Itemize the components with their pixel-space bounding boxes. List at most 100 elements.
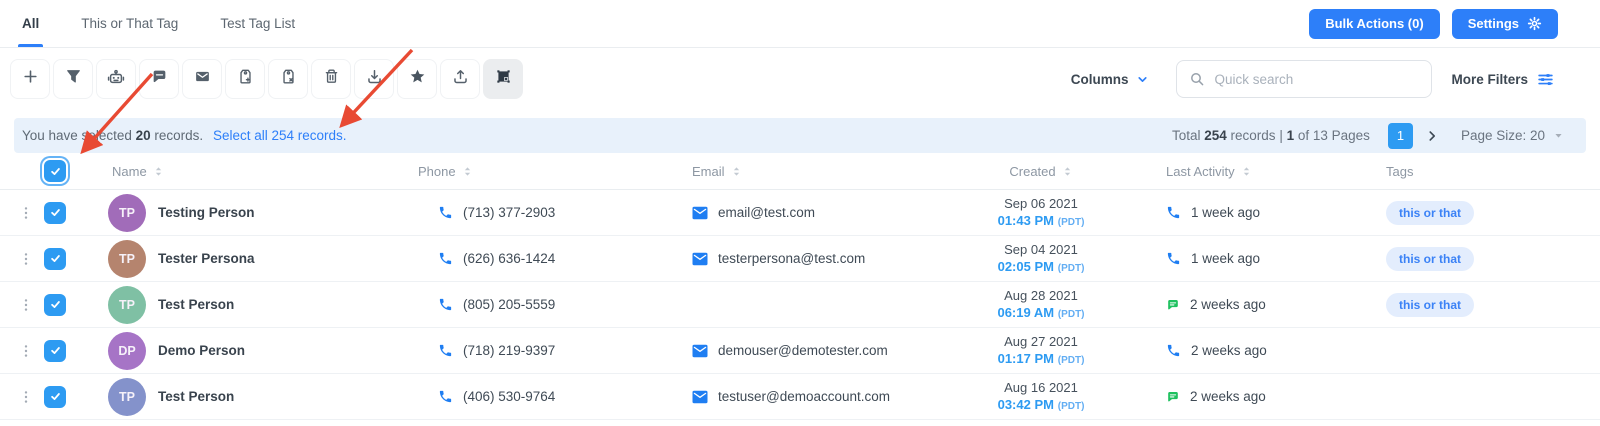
favorite-button[interactable] [397,59,437,99]
remove-tag-button[interactable] [268,59,308,99]
row-checkbox[interactable] [44,340,66,362]
contact-name[interactable]: Test Person [158,389,234,404]
current-page-number: 1 [1287,128,1295,143]
phone-number[interactable]: (718) 219-9397 [463,343,555,358]
column-header-phone[interactable]: Phone [418,164,666,179]
email-icon [692,344,708,358]
tab-bar: All This or That Tag Test Tag List Bulk … [0,0,1600,48]
merge-button[interactable] [483,59,523,99]
select-all-records-link[interactable]: Select all 254 records. [213,128,347,143]
created-date: Sep 06 2021 [966,195,1116,213]
quick-search-input[interactable] [1214,72,1419,87]
settings-button[interactable]: Settings [1452,9,1558,39]
last-activity-text: 1 week ago [1191,251,1260,266]
phone-activity-icon [1166,205,1181,220]
avatar[interactable]: DP [108,332,146,370]
tag-pill[interactable]: this or that [1386,247,1474,271]
sort-icon[interactable] [153,165,164,178]
page-size-dropdown[interactable]: Page Size: 20 [1461,128,1564,143]
avatar[interactable]: TP [108,240,146,278]
row-checkbox[interactable] [44,386,66,408]
avatar[interactable]: TP [108,378,146,416]
select-all-checkbox[interactable] [44,160,66,182]
sort-icon[interactable] [731,165,742,178]
table-body: TP Testing Person (713) 377-2903 email@t… [0,190,1600,420]
import-button[interactable] [354,59,394,99]
add-tag-button[interactable] [225,59,265,99]
selection-banner: You have selected 20 records. Select all… [14,118,1586,153]
pagination: Total 254 records | 1 of 13 Pages 1 Page… [1172,123,1564,149]
phone-activity-icon [1166,251,1181,266]
chevron-down-icon [1136,73,1149,86]
created-timezone: (PDT) [1058,355,1085,366]
row-menu-icon[interactable] [16,337,36,365]
contacts-list-page: All This or That Tag Test Tag List Bulk … [0,0,1600,426]
phone-icon [438,389,453,404]
tab-test-tag-list[interactable]: Test Tag List [220,0,295,47]
row-menu-icon[interactable] [16,245,36,273]
column-header-created[interactable]: Created [966,164,1116,179]
sort-icon[interactable] [1062,165,1073,178]
contact-name[interactable]: Demo Person [158,343,245,358]
column-header-last-activity[interactable]: Last Activity [1116,164,1326,179]
phone-number[interactable]: (805) 205-5559 [463,297,555,312]
row-menu-icon[interactable] [16,199,36,227]
export-button[interactable] [440,59,480,99]
more-filters-button[interactable]: More Filters [1445,60,1560,98]
more-filters-label: More Filters [1451,72,1528,87]
contact-name[interactable]: Test Person [158,297,234,312]
last-activity-cell: 1 week ago [1116,205,1326,220]
sms-button[interactable] [139,59,179,99]
trash-icon [323,68,340,90]
sort-icon[interactable] [1241,165,1252,178]
row-menu-icon[interactable] [16,291,36,319]
automation-button[interactable] [96,59,136,99]
row-checkbox[interactable] [44,294,66,316]
quick-search-box [1176,60,1432,98]
bulk-actions-button[interactable]: Bulk Actions (0) [1309,9,1439,39]
add-button[interactable] [10,59,50,99]
created-time: 02:05 PM [998,259,1054,274]
column-header-email[interactable]: Email [666,164,966,179]
columns-button[interactable]: Columns [1057,60,1164,98]
page-1-button[interactable]: 1 [1388,123,1413,149]
last-activity-text: 1 week ago [1191,205,1260,220]
selected-count: 20 [136,128,151,143]
created-cell: Sep 04 2021 02:05 PM (PDT) [966,241,1116,277]
row-checkbox[interactable] [44,248,66,270]
selection-prefix: You have selected [22,128,132,143]
tab-this-or-that-tag[interactable]: This or That Tag [81,0,178,47]
total-records-text: Total 254 records | 1 of 13 Pages [1172,128,1370,143]
created-timezone: (PDT) [1058,217,1085,228]
tag-pill[interactable]: this or that [1386,293,1474,317]
tab-all[interactable]: All [22,0,39,47]
column-header-name[interactable]: Name [88,164,418,179]
next-page-icon[interactable] [1423,129,1441,143]
toolbar-right: Columns More Filters [1057,60,1560,98]
last-activity-cell: 2 weeks ago [1116,389,1326,404]
table-row: DP Demo Person (718) 219-9397 demouser@d… [0,328,1600,374]
phone-number[interactable]: (626) 636-1424 [463,251,555,266]
gear-icon [1527,16,1542,31]
email-icon [692,206,708,220]
email-address[interactable]: testuser@demoaccount.com [718,389,890,404]
email-address[interactable]: demouser@demotester.com [718,343,888,358]
tag-pill[interactable]: this or that [1386,201,1474,225]
email-address[interactable]: testerpersona@test.com [718,251,865,266]
phone-number[interactable]: (406) 530-9764 [463,389,555,404]
sort-icon[interactable] [462,165,473,178]
filter-button[interactable] [53,59,93,99]
row-checkbox[interactable] [44,202,66,224]
email-icon [692,252,708,266]
contact-name[interactable]: Tester Persona [158,251,255,266]
last-activity-cell: 1 week ago [1116,251,1326,266]
avatar[interactable]: TP [108,286,146,324]
email-address[interactable]: email@test.com [718,205,815,220]
row-menu-icon[interactable] [16,383,36,411]
phone-icon [438,205,453,220]
email-button[interactable] [182,59,222,99]
delete-button[interactable] [311,59,351,99]
phone-number[interactable]: (713) 377-2903 [463,205,555,220]
contact-name[interactable]: Testing Person [158,205,255,220]
avatar[interactable]: TP [108,194,146,232]
